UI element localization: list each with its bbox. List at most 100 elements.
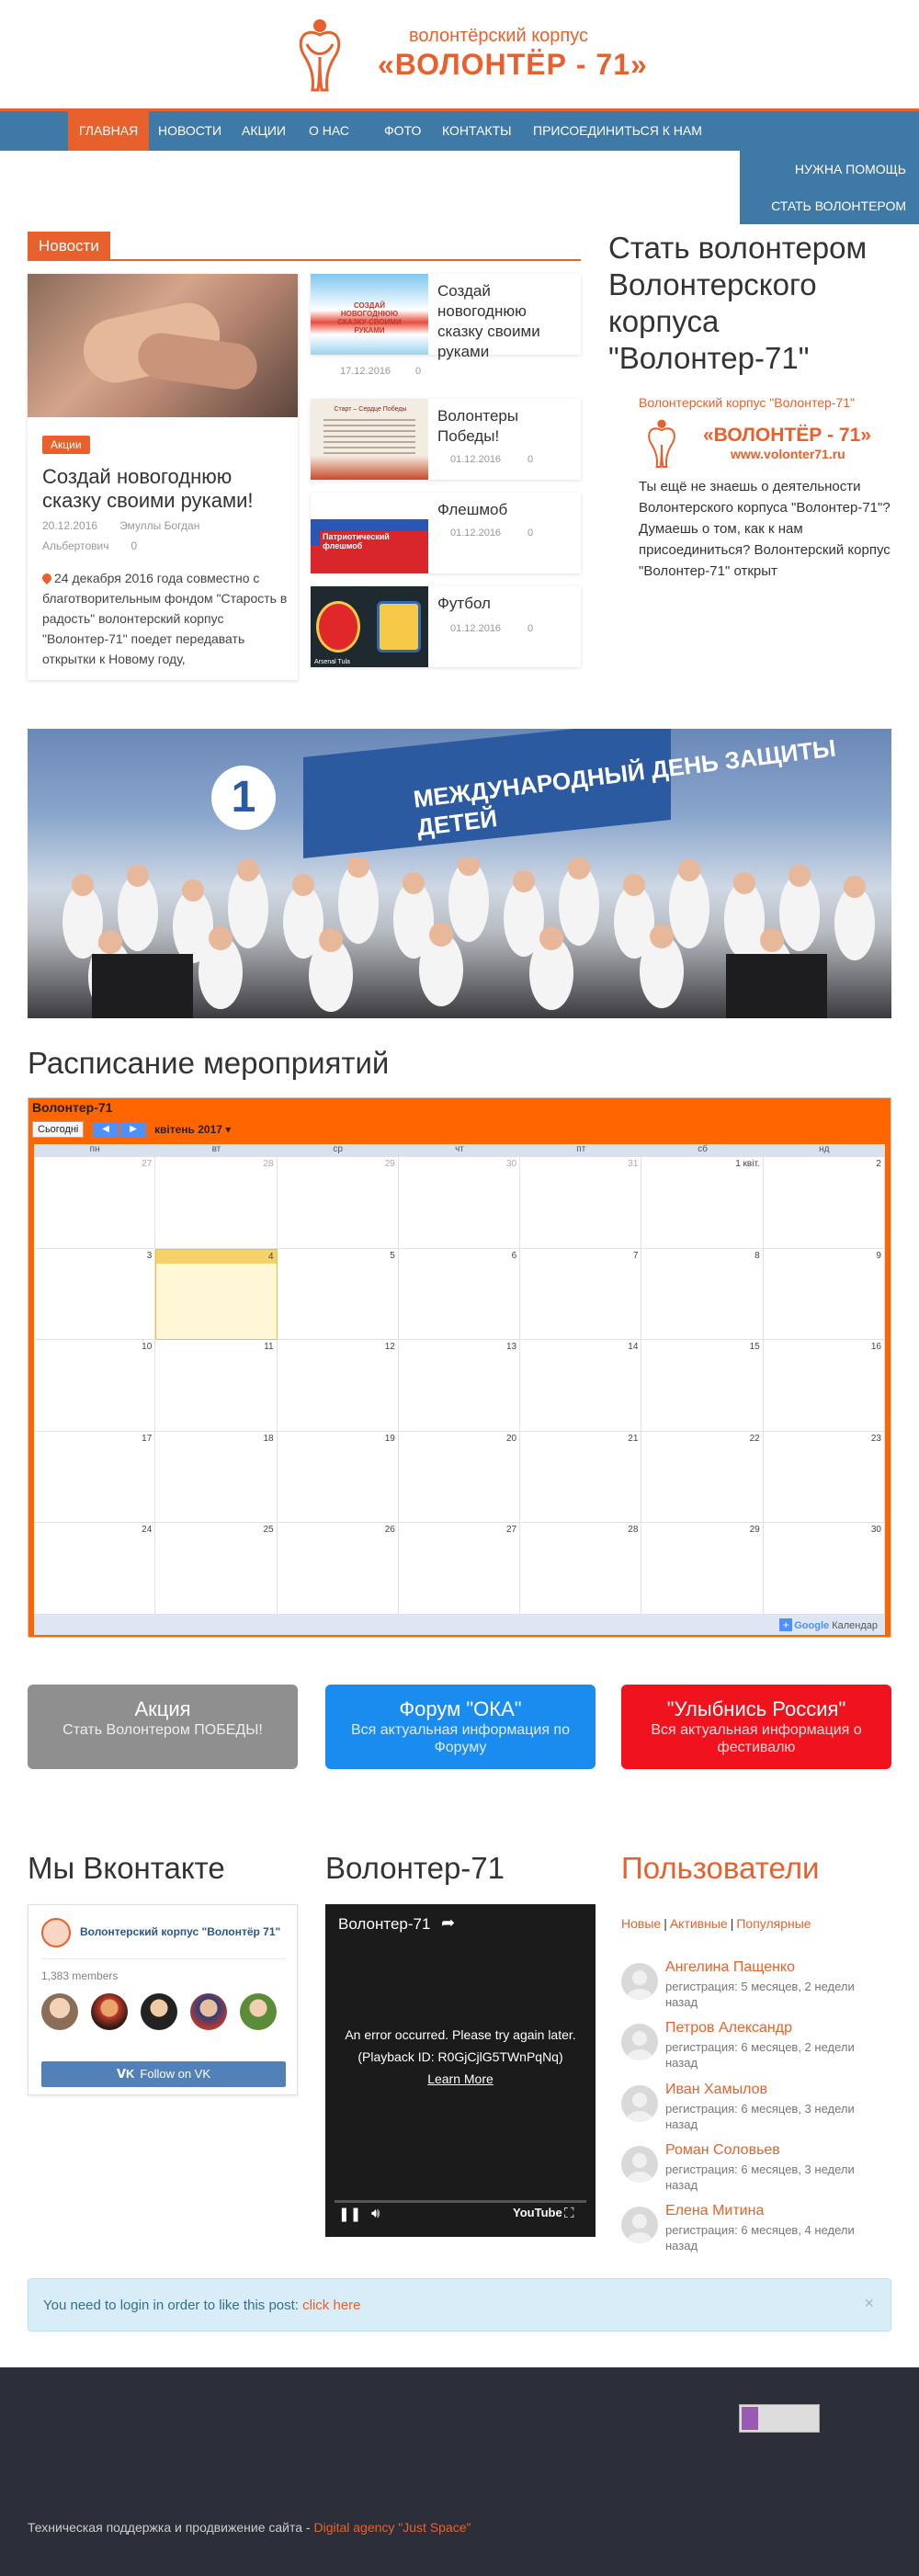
avatar[interactable] [41, 1993, 78, 2030]
sidebar-logo-url[interactable]: www.volonter71.ru [731, 447, 845, 461]
youtube-logo[interactable]: YouTube [513, 2206, 562, 2219]
calendar-today-button[interactable]: Сьогодні [32, 1121, 85, 1138]
avatar[interactable] [141, 1993, 177, 2030]
calendar-day-cell[interactable]: 9 [763, 1248, 885, 1341]
news-item-title[interactable]: Футбол [437, 594, 575, 614]
calendar-day-cell[interactable]: 19 [277, 1431, 399, 1524]
featured-news-title[interactable]: Создай новогоднюю сказку своими руками! [42, 465, 290, 513]
calendar-day-cell[interactable]: 25 [155, 1523, 278, 1615]
calendar-day-cell[interactable]: 11 [155, 1340, 278, 1432]
user-avatar[interactable] [621, 2146, 658, 2183]
news-section-tab[interactable]: Новости [28, 232, 110, 261]
video-title[interactable]: Волонтер-71 [338, 1915, 430, 1934]
dropdown-item-become-volunteer[interactable]: СТАТЬ ВОЛОНТЕРОМ [740, 187, 919, 224]
calendar-day-cell[interactable]: 28 [155, 1157, 278, 1249]
calendar-day-cell[interactable]: 14 [520, 1340, 642, 1432]
news-item-title[interactable]: Флешмоб [437, 500, 575, 520]
calendar-day-cell[interactable]: 1 квіт. [641, 1157, 764, 1249]
calendar-day-cell[interactable]: 2 [763, 1157, 885, 1249]
calendar-next-icon[interactable]: ▶ [120, 1122, 146, 1137]
calendar-day-cell[interactable]: 5 [277, 1248, 399, 1341]
news-item-title[interactable]: Волонтеры Победы! [437, 406, 575, 447]
promo-button-action[interactable]: Акция Стать Волонтером ПОБЕДЫ! [28, 1685, 298, 1769]
fullscreen-icon[interactable]: ⛶ [564, 2206, 574, 2221]
calendar-day-cell[interactable]: 21 [520, 1431, 642, 1524]
user-avatar[interactable] [621, 2024, 658, 2060]
user-name[interactable]: Петров Александр [665, 2020, 792, 2037]
counter-badge-icon[interactable] [739, 2404, 820, 2433]
logo-title[interactable]: «ВОЛОНТЁР - 71» [378, 48, 648, 82]
promo-button-festival[interactable]: "Улыбнись Россия" Вся актуальная информа… [621, 1685, 891, 1769]
calendar-day-cell[interactable]: 20 [398, 1431, 521, 1524]
calendar-day-cell[interactable]: 6 [398, 1248, 521, 1341]
close-icon[interactable]: × [864, 2294, 874, 2313]
calendar-day-cell[interactable]: 3 [34, 1248, 156, 1341]
news-item-comments[interactable]: 0 [528, 623, 533, 634]
featured-news-card[interactable]: Акции Создай новогоднюю сказку своими ру… [28, 274, 298, 680]
tab-new[interactable]: Новые [621, 1916, 661, 1931]
calendar-day-cell[interactable]: 10 [34, 1340, 156, 1432]
youtube-video-embed[interactable]: Волонтер-71 ➦ An error occurred. Please … [325, 1904, 596, 2237]
learn-more-link[interactable]: Learn More [427, 2071, 494, 2086]
news-item-comments[interactable]: 0 [415, 366, 421, 377]
user-avatar[interactable] [621, 1963, 658, 2000]
user-name[interactable]: Ангелина Пащенко [665, 1959, 795, 1976]
vk-follow-button[interactable]: ᐯK Follow on VK [41, 2061, 286, 2087]
google-calendar-badge[interactable]: + Google Календар [779, 1618, 878, 1631]
calendar-day-cell[interactable]: 8 [641, 1248, 764, 1341]
calendar-day-cell[interactable]: 17 [34, 1431, 156, 1524]
avatar[interactable] [190, 1993, 227, 2030]
calendar-day-cell[interactable]: 26 [277, 1523, 399, 1615]
nav-item-about[interactable]: О НАС [309, 111, 349, 151]
news-item-comments[interactable]: 0 [528, 528, 533, 539]
user-name[interactable]: Елена Митина [665, 2203, 764, 2219]
calendar-day-cell[interactable]: 13 [398, 1340, 521, 1432]
sidebar-logo-title[interactable]: «ВОЛОНТЁР - 71» [703, 425, 871, 447]
user-avatar[interactable] [621, 2207, 658, 2243]
volume-icon[interactable]: 🔊︎ [371, 2206, 380, 2221]
vk-group-avatar[interactable] [41, 1918, 71, 1947]
nav-item-contacts[interactable]: КОНТАКТЫ [442, 111, 512, 151]
avatar[interactable] [240, 1993, 277, 2030]
dropdown-item-need-help[interactable]: НУЖНА ПОМОЩЬ [740, 151, 919, 187]
calendar-day-cell[interactable]: 12 [277, 1340, 399, 1432]
calendar-day-cell[interactable]: 15 [641, 1340, 764, 1432]
calendar-month-label[interactable]: квітень 2017 ▾ [154, 1123, 231, 1136]
calendar-day-cell[interactable]: 28 [520, 1523, 642, 1615]
user-name[interactable]: Роман Соловьев [665, 2142, 780, 2159]
agency-link[interactable]: Digital agency "Just Space" [313, 2520, 471, 2535]
news-item-title[interactable]: Создай новогоднюю сказку своими руками [437, 281, 575, 362]
volunteer-logo-icon[interactable] [292, 17, 347, 92]
calendar-day-cell[interactable]: 27 [398, 1523, 521, 1615]
calendar-day-cell[interactable]: 31 [520, 1157, 642, 1249]
news-item-comments[interactable]: 0 [528, 454, 533, 465]
news-list-item[interactable]: СОЗДАЙ НОВОГОДНЮЮ СКАЗКУ СВОИМИ РУКАМИ С… [311, 274, 581, 377]
calendar-day-cell[interactable]: 23 [763, 1431, 885, 1524]
vk-members-count[interactable]: 1,383 members [41, 1969, 118, 1982]
calendar-day-cell[interactable]: 30 [398, 1157, 521, 1249]
calendar-day-cell[interactable]: 18 [155, 1431, 278, 1524]
news-thumbnail[interactable]: СОЗДАЙ НОВОГОДНЮЮ СКАЗКУ СВОИМИ РУКАМИ [311, 274, 428, 355]
nav-item-photo[interactable]: ФОТО [384, 111, 421, 151]
user-avatar[interactable] [621, 2085, 658, 2122]
user-name[interactable]: Иван Хамылов [665, 2082, 767, 2098]
tab-active[interactable]: Активные [670, 1916, 728, 1931]
promo-button-forum[interactable]: Форум "ОКА" Вся актуальная информация по… [325, 1685, 596, 1769]
news-list-item[interactable]: Старт – Сердце Победы Волонтеры Победы! … [311, 399, 581, 480]
nav-item-home[interactable]: ГЛАВНАЯ [68, 111, 150, 151]
featured-news-image[interactable] [28, 274, 298, 417]
news-list-item[interactable]: Патриотический флешмоб Флешмоб 01.12.201… [311, 493, 581, 573]
calendar-day-cell[interactable]: 29 [641, 1523, 764, 1615]
nav-item-news[interactable]: НОВОСТИ [158, 111, 221, 151]
news-comments[interactable]: 0 [130, 539, 137, 552]
nav-item-actions[interactable]: АКЦИИ [242, 111, 286, 151]
tab-popular[interactable]: Популярные [736, 1916, 811, 1931]
avatar[interactable] [91, 1993, 128, 2030]
add-calendar-icon[interactable]: + [779, 1618, 793, 1631]
news-list-item[interactable]: Arsenal Tula Футбол 01.12.2016 0 [311, 586, 581, 667]
calendar-day-cell[interactable]: 27 [34, 1157, 156, 1249]
volunteer-logo-icon[interactable] [643, 417, 680, 469]
calendar-prev-icon[interactable]: ◀ [93, 1122, 119, 1137]
news-thumbnail[interactable]: Arsenal Tula [311, 586, 428, 667]
category-tag[interactable]: Акции [42, 436, 90, 454]
